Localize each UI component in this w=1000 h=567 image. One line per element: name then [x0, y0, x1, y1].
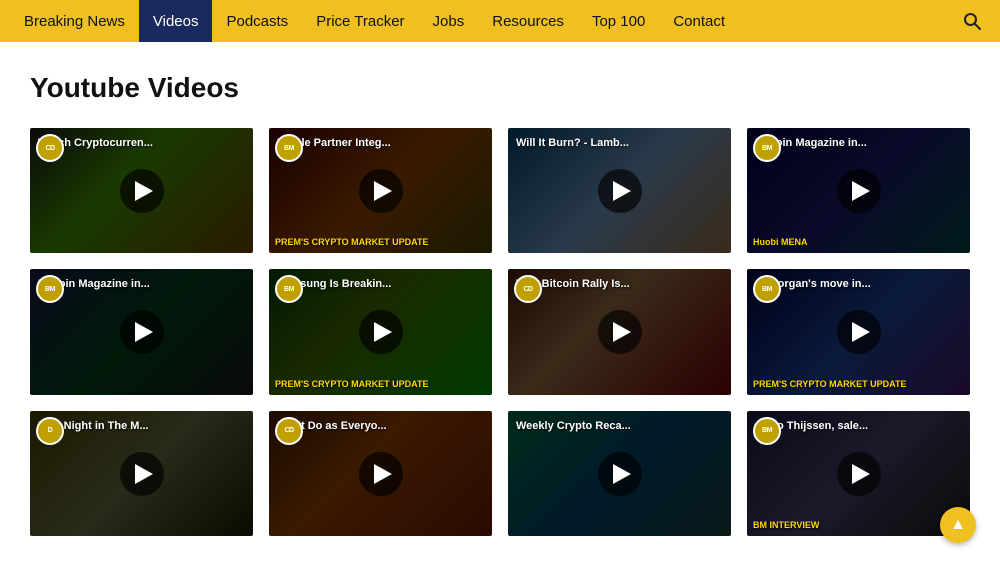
video-title: Bitcoin Magazine in...: [38, 277, 245, 291]
video-title: Late Night in The M...: [38, 419, 245, 433]
channel-logo: BM: [753, 134, 781, 162]
video-thumbnail[interactable]: CDThis Bitcoin Rally Is...: [508, 269, 731, 394]
play-button[interactable]: [837, 169, 881, 213]
video-title: Gudo Thijssen, sale...: [755, 419, 962, 433]
video-title: Weekly Crypto Reca...: [516, 419, 723, 433]
video-card: BMRipple Partner Integ... PREM'S CRYPTO M…: [269, 128, 492, 253]
video-bottom-label: PREM'S CRYPTO MARKET UPDATE: [275, 237, 486, 247]
video-thumbnail[interactable]: DLate Night in The M...: [30, 411, 253, 536]
video-card: DLate Night in The M...: [30, 411, 253, 536]
video-card: CDThis Bitcoin Rally Is...: [508, 269, 731, 394]
play-button[interactable]: [359, 169, 403, 213]
channel-logo: D: [36, 417, 64, 445]
video-title: Which Cryptocurren...: [38, 136, 245, 150]
video-title: Samsung Is Breakin...: [277, 277, 484, 291]
video-card: BMBitcoin Magazine in... Huobi MENA: [747, 128, 970, 253]
video-title: Will It Burn? - Lamb...: [516, 136, 723, 150]
channel-logo: BM: [753, 417, 781, 445]
play-button[interactable]: [359, 452, 403, 496]
video-card: Weekly Crypto Reca...: [508, 411, 731, 536]
video-thumbnail[interactable]: Weekly Crypto Reca...: [508, 411, 731, 536]
video-card: CDWhich Cryptocurren...: [30, 128, 253, 253]
nav-item-resources[interactable]: Resources: [478, 0, 578, 42]
video-thumbnail[interactable]: BMSamsung Is Breakin...PREM'S CRYPTO MAR…: [269, 269, 492, 394]
video-bottom-label: PREM'S CRYPTO MARKET UPDATE: [275, 379, 486, 389]
video-card: BMJPMorgan's move in...PREM'S CRYPTO MAR…: [747, 269, 970, 394]
video-thumbnail[interactable]: CDWhich Cryptocurren...: [30, 128, 253, 253]
video-thumbnail[interactable]: BMBitcoin Magazine in... Huobi MENA: [747, 128, 970, 253]
video-card: CDDon't Do as Everyo...: [269, 411, 492, 536]
video-thumbnail[interactable]: Will It Burn? - Lamb...: [508, 128, 731, 253]
video-thumbnail[interactable]: BMBitcoin Magazine in...: [30, 269, 253, 394]
video-card: BMBitcoin Magazine in...: [30, 269, 253, 394]
video-grid: CDWhich Cryptocurren...BMRipple Partner …: [30, 128, 970, 536]
nav-item-contact[interactable]: Contact: [659, 0, 739, 42]
video-title: Don't Do as Everyo...: [277, 419, 484, 433]
page-content: Youtube Videos CDWhich Cryptocurren...BM…: [0, 42, 1000, 556]
scroll-to-top-button[interactable]: ▲: [940, 507, 976, 543]
channel-logo: CD: [275, 417, 303, 445]
video-title: Ripple Partner Integ...: [277, 136, 484, 150]
channel-logo: BM: [275, 134, 303, 162]
video-title: Bitcoin Magazine in...: [755, 136, 962, 150]
video-title: JPMorgan's move in...: [755, 277, 962, 291]
nav-item-price-tracker[interactable]: Price Tracker: [302, 0, 418, 42]
play-button[interactable]: [598, 310, 642, 354]
play-button[interactable]: [120, 452, 164, 496]
play-button[interactable]: [359, 310, 403, 354]
video-thumbnail[interactable]: BMGudo Thijssen, sale... BM INTERVIEW: [747, 411, 970, 536]
play-button[interactable]: [120, 310, 164, 354]
video-thumbnail[interactable]: BMRipple Partner Integ... PREM'S CRYPTO M…: [269, 128, 492, 253]
video-bottom-label: BM INTERVIEW: [753, 520, 964, 530]
nav-item-podcasts[interactable]: Podcasts: [212, 0, 302, 42]
video-card: Will It Burn? - Lamb...: [508, 128, 731, 253]
video-bottom-label: Huobi MENA: [753, 237, 964, 247]
main-nav: Breaking NewsVideosPodcastsPrice Tracker…: [0, 0, 1000, 42]
nav-item-top-100[interactable]: Top 100: [578, 0, 659, 42]
video-thumbnail[interactable]: BMJPMorgan's move in...PREM'S CRYPTO MAR…: [747, 269, 970, 394]
video-title: This Bitcoin Rally Is...: [516, 277, 723, 291]
video-bottom-label: PREM'S CRYPTO MARKET UPDATE: [753, 379, 964, 389]
play-button[interactable]: [837, 310, 881, 354]
video-card: BMSamsung Is Breakin...PREM'S CRYPTO MAR…: [269, 269, 492, 394]
play-button[interactable]: [837, 452, 881, 496]
play-button[interactable]: [120, 169, 164, 213]
nav-items: Breaking NewsVideosPodcastsPrice Tracker…: [10, 0, 954, 42]
nav-item-videos[interactable]: Videos: [139, 0, 213, 42]
page-title: Youtube Videos: [30, 72, 970, 104]
channel-logo: CD: [36, 134, 64, 162]
video-card: BMGudo Thijssen, sale... BM INTERVIEW: [747, 411, 970, 536]
nav-item-breaking-news[interactable]: Breaking News: [10, 0, 139, 42]
play-button[interactable]: [598, 452, 642, 496]
search-button[interactable]: [954, 0, 990, 42]
nav-item-jobs[interactable]: Jobs: [419, 0, 479, 42]
video-thumbnail[interactable]: CDDon't Do as Everyo...: [269, 411, 492, 536]
play-button[interactable]: [598, 169, 642, 213]
